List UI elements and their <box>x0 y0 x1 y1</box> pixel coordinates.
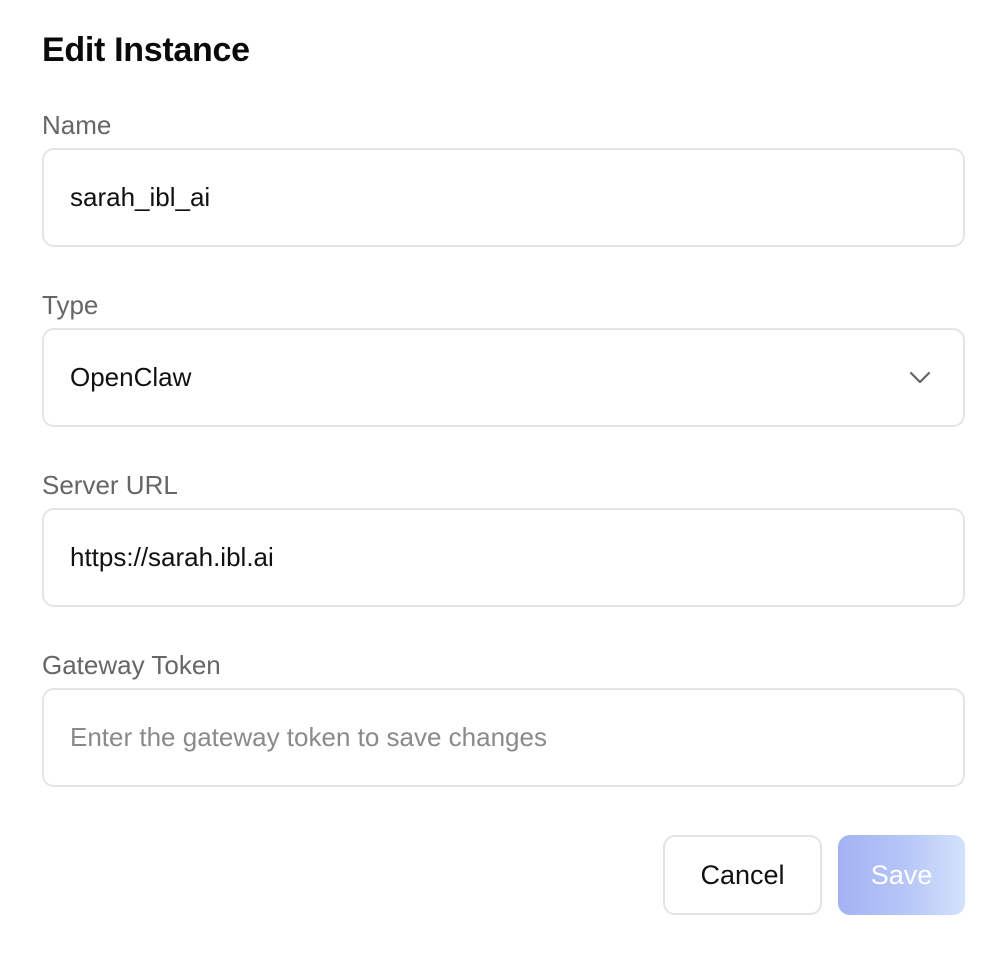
gateway-token-input[interactable] <box>70 722 937 753</box>
type-label: Type <box>42 290 99 320</box>
server-url-field-container <box>42 508 965 607</box>
gateway-token-label: Gateway Token <box>42 650 221 680</box>
cancel-button[interactable]: Cancel <box>663 835 822 915</box>
edit-instance-dialog: Edit Instance Name Type OpenClaw Server … <box>0 0 1008 956</box>
dialog-title: Edit Instance <box>42 31 250 69</box>
server-url-input[interactable] <box>70 542 937 573</box>
gateway-token-field-container <box>42 688 965 787</box>
name-field-container <box>42 148 965 247</box>
save-button[interactable]: Save <box>838 835 965 915</box>
name-input[interactable] <box>70 182 937 213</box>
server-url-label: Server URL <box>42 470 178 500</box>
name-label: Name <box>42 110 112 140</box>
type-select-value: OpenClaw <box>70 362 192 392</box>
type-select[interactable]: OpenClaw <box>42 328 965 427</box>
chevron-down-icon <box>907 365 933 391</box>
